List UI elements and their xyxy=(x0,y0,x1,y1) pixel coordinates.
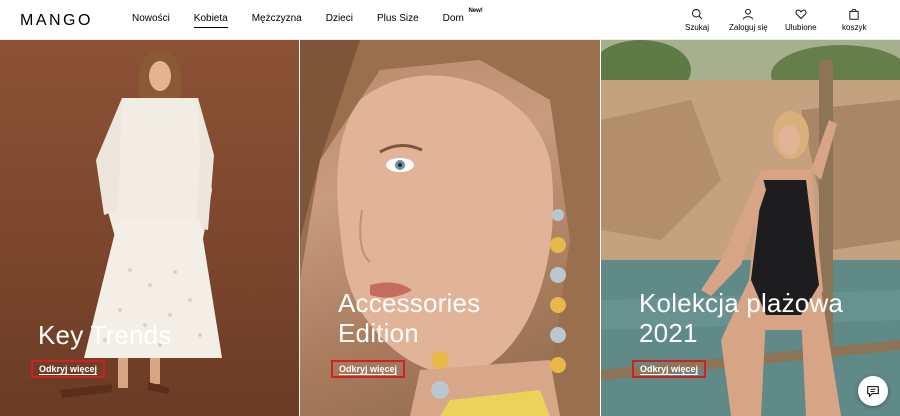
search-label: Szukaj xyxy=(685,23,710,32)
panel-title: Key Trends xyxy=(38,320,172,350)
shopping-bag-icon xyxy=(849,8,859,20)
panel-key-trends[interactable]: Key Trends Odkryj więcej xyxy=(0,40,299,416)
panel-accessories-edition[interactable]: Accessories Edition Odkryj więcej xyxy=(300,40,600,416)
heart-icon xyxy=(795,9,807,20)
nav-item-dzieci[interactable]: Dzieci xyxy=(326,13,353,24)
nav-item-mezczyzna[interactable]: Mężczyzna xyxy=(252,13,302,24)
cart-button[interactable]: koszyk xyxy=(842,8,866,32)
search-icon xyxy=(692,9,703,20)
cta-label: Odkryj więcej xyxy=(339,364,398,375)
chat-icon xyxy=(867,386,879,398)
nav-item-dom[interactable]: Dom New! xyxy=(442,8,483,24)
cta-label: Odkryj więcej xyxy=(39,364,98,375)
discover-more-button[interactable]: Odkryj więcej xyxy=(31,360,106,378)
login-button[interactable]: Zaloguj się xyxy=(729,8,768,32)
panel-kolekcja-plazowa[interactable]: Kolekcja plażowa 2021 Odkryj więcej xyxy=(601,40,900,416)
user-icon xyxy=(743,8,754,20)
discover-more-button[interactable]: Odkryj więcej xyxy=(331,360,406,378)
panel-title: Kolekcja plażowa 2021 xyxy=(639,288,844,348)
new-badge: New! xyxy=(468,8,483,14)
favorites-label: Ulubione xyxy=(785,23,817,32)
nav-item-kobieta[interactable]: Kobieta xyxy=(193,13,228,28)
nav-item-nowosci[interactable]: Nowości xyxy=(132,13,170,24)
nav-item-plus-size[interactable]: Plus Size xyxy=(377,13,419,24)
chat-button[interactable] xyxy=(858,376,888,406)
main-nav: Nowości Kobieta Mężczyzna Dzieci Plus Si… xyxy=(132,8,488,28)
search-button[interactable]: Szukaj xyxy=(685,8,709,32)
cart-label: koszyk xyxy=(842,23,867,32)
nav-item-dom-label: Dom xyxy=(442,13,464,24)
favorites-button[interactable]: Ulubione xyxy=(785,8,817,32)
login-label: Zaloguj się xyxy=(729,23,768,32)
hero-panels: Key Trends Odkryj więcej Accessories Edi… xyxy=(0,40,900,416)
cta-label: Odkryj więcej xyxy=(640,364,699,375)
panel-title: Accessories Edition xyxy=(338,288,481,348)
site-header: MANGO Nowości Kobieta Mężczyzna Dzieci P… xyxy=(0,0,900,40)
mango-logo[interactable]: MANGO xyxy=(20,12,93,30)
discover-more-button[interactable]: Odkryj więcej xyxy=(632,360,707,378)
